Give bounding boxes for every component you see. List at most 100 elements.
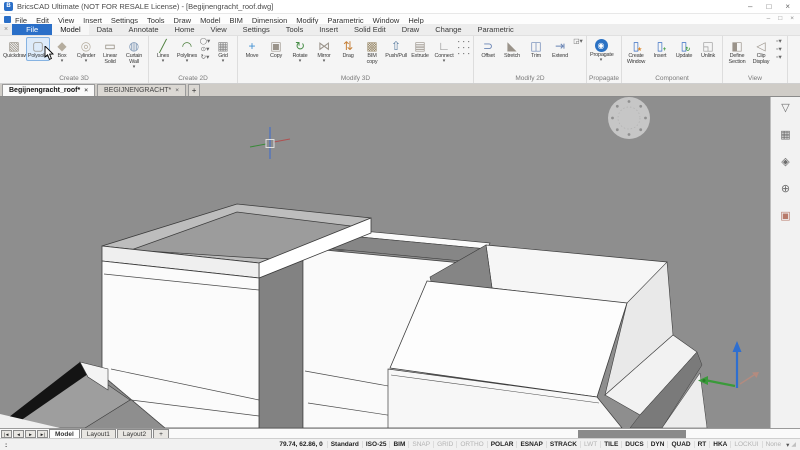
unlink-button[interactable]: ◱ Unlink <box>696 37 720 61</box>
quickdraw-button[interactable]: ▧ Quickdraw <box>2 37 27 61</box>
polylines-button[interactable]: ◠ Polylines ▾ <box>175 37 199 66</box>
move-icon: + <box>248 39 256 53</box>
status-toggle-rt[interactable]: RT <box>693 441 710 448</box>
corner-tool-icon[interactable]: ◲▾ <box>572 37 584 46</box>
trim-button[interactable]: ◫ Trim <box>524 37 548 61</box>
ribbon-tab-solid-edit[interactable]: Solid Edit <box>346 24 394 35</box>
connect-button[interactable]: ∟ Connect ▾ <box>432 37 456 66</box>
filter-icon[interactable]: ▽ <box>781 102 789 115</box>
status-toggle-dyn[interactable]: DYN <box>646 441 668 448</box>
document-tab-bar: Begijnengracht_roof* × BEGIJNENGRACHT* × + <box>0 84 800 97</box>
layout-tab-model[interactable]: Model <box>49 429 80 438</box>
ribbon-tab-annotate[interactable]: Annotate <box>120 24 166 35</box>
mirror-button[interactable]: ⋈ Mirror ▾ <box>312 37 336 66</box>
status-toggle-standard[interactable]: Standard <box>326 441 362 448</box>
doc-restore-button[interactable]: □ <box>778 14 782 24</box>
lines-button[interactable]: ╱ Lines ▾ <box>151 37 175 66</box>
ribbon-tab-tools[interactable]: Tools <box>278 24 312 35</box>
model-scene <box>0 97 768 428</box>
ribbon-tab-model[interactable]: Model <box>52 24 89 35</box>
layers-icon[interactable]: ◈ <box>781 156 789 169</box>
layout-nav-button-2[interactable]: ► <box>25 429 36 438</box>
bim-copy-button[interactable]: ▩ BIM copy <box>360 37 384 67</box>
small-tool-icon[interactable]: ▪ <box>466 51 471 57</box>
command-prompt[interactable]: : <box>4 441 8 449</box>
status-toggle-polar[interactable]: POLAR <box>486 441 517 448</box>
ribbon-tab-view[interactable]: View <box>203 24 235 35</box>
ribbon-tab-draw[interactable]: Draw <box>394 24 428 35</box>
close-button[interactable]: × <box>785 0 790 14</box>
view-toggles-cluster[interactable]: ▫▾ ▫▾ ▫▾ <box>773 37 785 62</box>
layout-nav-button-3[interactable]: ►| <box>37 429 48 438</box>
ribbon-tab-file[interactable]: File <box>12 24 53 35</box>
ribbon-tab-settings[interactable]: Settings <box>235 24 278 35</box>
status-toggle-snap[interactable]: SNAP <box>408 441 433 448</box>
status-toggle-lockui[interactable]: LOCKUI <box>730 441 761 448</box>
modify3d-more-grid[interactable]: ▪ ▪ ▪ ▪ ▪ ▪ ▪ ▪ ▪ <box>456 37 471 57</box>
table-icon[interactable]: ▦ <box>780 129 790 142</box>
cylinder-button[interactable]: ◎ Cylinder ▾ <box>74 37 98 66</box>
status-toggle-strack[interactable]: STRACK <box>545 441 580 448</box>
ribbon-close-icon[interactable]: × <box>0 24 12 35</box>
ribbon-group-name: View <box>748 75 762 82</box>
stretch-button[interactable]: ◣ Stretch <box>500 37 524 61</box>
doc-close-button[interactable]: × <box>790 14 794 24</box>
ribbon-tab-parametric[interactable]: Parametric <box>470 24 522 35</box>
status-toggle-ortho[interactable]: ORTHO <box>456 441 486 448</box>
tab-close-icon[interactable]: × <box>175 87 179 94</box>
layout-nav-button-1[interactable]: ◄ <box>13 429 24 438</box>
status-toggle-none[interactable]: None <box>761 441 785 448</box>
app-menu-icon[interactable] <box>4 15 11 23</box>
extrude-button[interactable]: ▤ Extrude <box>408 37 432 61</box>
ribbon-tab-home[interactable]: Home <box>167 24 203 35</box>
create-window-button[interactable]: ▯ ★ Create Window <box>624 37 648 67</box>
doc-minimize-button[interactable]: – <box>767 14 771 24</box>
status-toggle-iso-25[interactable]: ISO-25 <box>361 441 390 448</box>
layout-tab-layout2[interactable]: Layout2 <box>116 429 153 438</box>
materials-icon[interactable]: ▣ <box>780 210 790 223</box>
lookfrom-widget[interactable] <box>608 97 650 139</box>
extend-button[interactable]: ⇥ Extend <box>548 37 572 61</box>
horizontal-scrollbar-thumb[interactable] <box>578 430 686 438</box>
layout-tab-layout1[interactable]: Layout1 <box>80 429 116 438</box>
ribbon-tab-insert[interactable]: Insert <box>311 24 346 35</box>
status-toggle-tile[interactable]: TILE <box>600 441 621 448</box>
offset-button[interactable]: ⊃ Offset <box>476 37 500 61</box>
rotate-icon: ↻ <box>294 39 306 53</box>
linear-solid-button[interactable]: ▭ Linear Solid <box>98 37 122 67</box>
status-toggle-lwt[interactable]: LWT <box>579 441 600 448</box>
rotate-button[interactable]: ↻ Rotate ▾ <box>288 37 312 66</box>
status-toggle-grid[interactable]: GRID <box>433 441 456 448</box>
status-toggle-hka[interactable]: HKA <box>709 441 730 448</box>
clip-display-button[interactable]: ◁ Clip Display <box>749 37 773 67</box>
document-tab[interactable]: Begijnengracht_roof* × <box>2 84 95 96</box>
sphere-icon[interactable]: ⊕ <box>781 183 790 196</box>
status-toggle-esnap[interactable]: ESNAP <box>516 441 545 448</box>
document-tab[interactable]: BEGIJNENGRACHT* × <box>96 84 187 96</box>
layout-add-tab-button[interactable]: + <box>153 429 169 438</box>
push-pull-button[interactable]: ⇧ Push/Pull <box>384 37 408 61</box>
grid-button[interactable]: ▦ Grid ▾ <box>211 37 235 66</box>
circle-tools-cluster[interactable]: ◯▾ ⊙▾ ↻▾ <box>199 37 211 62</box>
layout-nav-button-0[interactable]: |◄ <box>1 429 12 438</box>
insert-button[interactable]: ▯ + Insert <box>648 37 672 61</box>
define-section-button[interactable]: ◧ Define Section <box>725 37 749 67</box>
maximize-button[interactable]: □ <box>766 0 771 14</box>
ribbon-tab-change[interactable]: Change <box>427 24 469 35</box>
status-toggle-ducs[interactable]: DUCS <box>621 441 646 448</box>
status-toggle-bim[interactable]: BIM <box>389 441 408 448</box>
move-button[interactable]: + Move <box>240 37 264 61</box>
curtain-wall-button[interactable]: ◍ Curtain Wall ▾ <box>122 37 146 72</box>
new-document-tab-button[interactable]: + <box>188 84 201 96</box>
propagate-button[interactable]: ◉ Propagate ▾ <box>589 37 614 65</box>
drag-button[interactable]: ⇅ Drag <box>336 37 360 61</box>
status-dropdown-arrow-icon[interactable]: ▾ <box>784 441 791 449</box>
copy-button[interactable]: ▣ Copy <box>264 37 288 61</box>
viewport-3d[interactable]: ▽ ▦ ◈ ⊕ ▣ <box>0 97 800 428</box>
status-toggle-quad[interactable]: QUAD <box>667 441 693 448</box>
stretch-icon: ◣ <box>507 39 517 53</box>
update-button[interactable]: ▯ ↻ Update <box>672 37 696 61</box>
tab-close-icon[interactable]: × <box>84 87 88 94</box>
minimize-button[interactable]: – <box>748 0 752 14</box>
ribbon-tab-data[interactable]: Data <box>89 24 121 35</box>
